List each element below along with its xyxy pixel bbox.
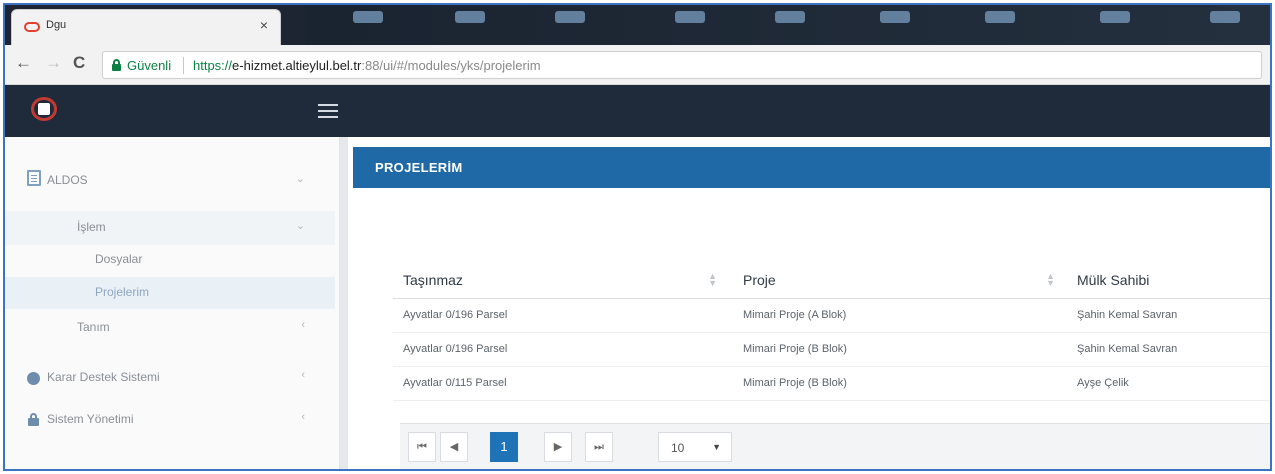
- sidebar-item-sistem-yonetimi[interactable]: Sistem Yönetimi ‹: [5, 403, 335, 437]
- tab-close-icon[interactable]: ×: [260, 17, 268, 33]
- address-bar: ← → C Güvenli https://e-hizmet.altieylul…: [5, 45, 1270, 85]
- url-path: :88/ui/#/modules/yks/projelerim: [361, 58, 541, 73]
- column-header-label: Proje: [743, 271, 776, 288]
- sidebar-item-label: Karar Destek Sistemi: [47, 370, 160, 384]
- cell-proje: Mimari Proje (A Blok): [733, 298, 1067, 333]
- chevron-left-icon: ‹: [301, 319, 305, 331]
- sidebar-item-dosyalar[interactable]: Dosyalar: [5, 245, 335, 275]
- sidebar-item-label: Dosyalar: [95, 252, 143, 266]
- cell-tasinmaz: Ayvatlar 0/115 Parsel: [393, 366, 733, 401]
- table-header-row: Taşınmaz ▲ ▼ Proje ▲ ▼ Mülk Sahibi: [393, 262, 1270, 299]
- table-row[interactable]: Ayvatlar 0/196 Parsel Mimari Proje (B Bl…: [393, 332, 1270, 367]
- column-header-tasinmaz[interactable]: Taşınmaz ▲ ▼: [393, 262, 733, 299]
- cell-tasinmaz: Ayvatlar 0/196 Parsel: [393, 298, 733, 333]
- secure-label: Güvenli: [127, 58, 172, 73]
- sidebar-item-aldos[interactable]: ALDOS ⌄: [5, 161, 335, 199]
- thumbnail: [775, 11, 805, 23]
- caret-down-icon: ▼: [712, 442, 721, 452]
- sort-icon: ▲ ▼: [708, 271, 717, 288]
- cell-tasinmaz: Ayvatlar 0/196 Parsel: [393, 332, 733, 367]
- thumbnail: [1210, 11, 1240, 23]
- projects-table: Taşınmaz ▲ ▼ Proje ▲ ▼ Mülk Sahibi Ayvatlar …: [393, 262, 1270, 401]
- prev-page-icon[interactable]: ◀: [440, 432, 468, 462]
- tab-title: Dgu: [46, 19, 67, 31]
- app-header: [5, 85, 1270, 137]
- chevron-down-icon: ⌄: [295, 220, 305, 232]
- url-scheme: https://: [193, 58, 233, 73]
- thumbnail: [1100, 11, 1130, 23]
- chevron-left-icon: ‹: [301, 369, 305, 381]
- thumbnail: [455, 11, 485, 23]
- cell-mulk-sahibi: Şahin Kemal Savran: [1067, 298, 1270, 333]
- cell-mulk-sahibi: Şahin Kemal Savran: [1067, 332, 1270, 367]
- chevron-down-icon: ⌄: [295, 173, 305, 185]
- sidebar: ALDOS ⌄ İşlem ⌄ Dosyalar Projelerim Tanı…: [5, 137, 348, 469]
- page-size-select[interactable]: 10 ▼: [658, 432, 732, 462]
- sidebar-item-projelerim[interactable]: Projelerim: [5, 277, 335, 309]
- cell-mulk-sahibi: Ayşe Çelik: [1067, 366, 1270, 401]
- table-row[interactable]: Ayvatlar 0/115 Parsel Mimari Proje (B Bl…: [393, 366, 1270, 401]
- url-field[interactable]: Güvenli https://e-hizmet.altieylul.bel.t…: [102, 51, 1262, 79]
- app-logo[interactable]: [31, 97, 57, 121]
- sidebar-item-label: ALDOS: [47, 173, 88, 187]
- table-row[interactable]: Ayvatlar 0/196 Parsel Mimari Proje (A Bl…: [393, 298, 1270, 333]
- document-icon: [27, 170, 41, 186]
- url-text: https://e-hizmet.altieylul.bel.tr:88/ui/…: [193, 58, 541, 73]
- cell-proje: Mimari Proje (B Blok): [733, 332, 1067, 367]
- url-host: e-hizmet.altieylul.bel.tr: [232, 58, 362, 73]
- browser-window: Dgu × ← → C Güvenli https://e-hizmet.alt…: [3, 3, 1272, 471]
- first-page-icon[interactable]: ⏮: [408, 432, 436, 462]
- lock-icon: [28, 413, 39, 426]
- thumbnail: [555, 11, 585, 23]
- forward-arrow-icon[interactable]: →: [45, 53, 62, 73]
- omnibox-divider: [183, 57, 184, 74]
- secure-lock-icon: [112, 59, 121, 71]
- favicon-icon: [24, 22, 40, 32]
- globe-icon: [27, 372, 40, 385]
- page-title: PROJELERİM: [375, 160, 463, 175]
- last-page-icon[interactable]: ⏭: [585, 432, 613, 462]
- main-content: PROJELERİM Taşınmaz ▲ ▼ Proje ▲ ▼ Mülk Sahib…: [350, 137, 1270, 469]
- column-header-mulk-sahibi[interactable]: Mülk Sahibi: [1067, 262, 1270, 299]
- sidebar-item-label: Projelerim: [95, 285, 150, 299]
- thumbnail: [880, 11, 910, 23]
- sidebar-divider: [340, 137, 348, 469]
- sort-icon: ▲ ▼: [1046, 271, 1055, 288]
- column-header-label: Taşınmaz: [403, 271, 463, 288]
- thumbnail: [353, 11, 383, 23]
- hamburger-menu-icon[interactable]: [318, 104, 338, 118]
- thumbnail: [985, 11, 1015, 23]
- sidebar-item-label: Tanım: [77, 320, 110, 334]
- sidebar-item-islem[interactable]: İşlem ⌄: [5, 211, 335, 245]
- column-header-proje[interactable]: Proje ▲ ▼: [733, 262, 1067, 299]
- back-arrow-icon[interactable]: ←: [15, 53, 32, 73]
- sidebar-item-label: İşlem: [77, 220, 106, 234]
- pagination-bar: ⏮ ◀ 1 ▶ ⏭ 10 ▼: [400, 423, 1270, 469]
- column-header-label: Mülk Sahibi: [1077, 271, 1150, 288]
- panel-header: PROJELERİM: [353, 147, 1270, 188]
- browser-tab[interactable]: Dgu ×: [11, 9, 281, 45]
- page-size-value: 10: [671, 441, 685, 455]
- sidebar-item-label: Sistem Yönetimi: [47, 412, 134, 426]
- sidebar-item-tanim[interactable]: Tanım ‹: [5, 311, 335, 345]
- cell-proje: Mimari Proje (B Blok): [733, 366, 1067, 401]
- next-page-icon[interactable]: ▶: [544, 432, 572, 462]
- thumbnail: [675, 11, 705, 23]
- taskbar-thumbnails: [305, 5, 1270, 45]
- reload-icon[interactable]: C: [73, 53, 85, 73]
- chevron-left-icon: ‹: [301, 411, 305, 423]
- tab-strip: Dgu ×: [5, 5, 1270, 45]
- current-page-button[interactable]: 1: [490, 432, 518, 462]
- sidebar-item-karar-destek[interactable]: Karar Destek Sistemi ‹: [5, 361, 335, 395]
